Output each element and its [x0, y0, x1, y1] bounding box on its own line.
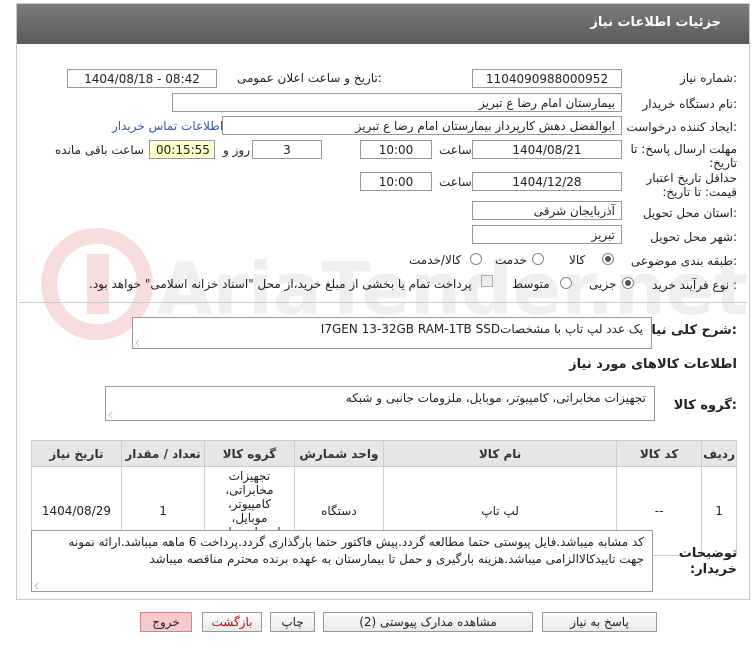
treasury-payment-checkbox[interactable]: [481, 275, 493, 287]
treasury-payment-note: پرداخت تمام یا بخشی از مبلغ خرید،از محل …: [89, 277, 472, 291]
remaining-label: ساعت باقی مانده: [55, 143, 145, 157]
province-label: استان محل تحویل:: [642, 206, 737, 220]
category-goods-service-label: کالا/خدمت: [409, 253, 462, 267]
need-number-label: شماره نیاز:: [679, 71, 737, 85]
process-radio-minor[interactable]: [622, 277, 634, 289]
section-divider: [19, 302, 747, 303]
process-medium-label: متوسط: [512, 277, 550, 291]
city-field: تبریز: [472, 225, 622, 244]
category-radio-service[interactable]: [532, 253, 544, 265]
category-goods-label: کالا: [569, 253, 586, 267]
category-service-label: خدمت: [495, 253, 527, 267]
buyer-contact-link[interactable]: اطلاعات تماس خریدار: [112, 119, 223, 133]
goods-group-text: تجهیزات مخابراتی، کامپیوتر، موبایل، ملزو…: [345, 391, 646, 405]
announce-datetime-field: 1404/08/18 - 08:42: [67, 69, 217, 88]
validity-date-field: 1404/12/28: [472, 172, 622, 191]
print-button[interactable]: چاپ: [270, 612, 315, 632]
buyer-org-label: نام دستگاه خریدار:: [642, 97, 738, 111]
resize-grip-icon[interactable]: [135, 339, 143, 347]
buyer-notes-label: توضیحات خریدار:: [678, 546, 737, 577]
category-radio-goods[interactable]: [602, 253, 614, 265]
need-number-field: 1104090988000952: [472, 69, 622, 88]
day-and-label: روز و: [223, 143, 250, 157]
page-title: جزئیات اطلاعات نیاز: [590, 15, 721, 30]
process-minor-label: جزیی: [589, 277, 617, 291]
validity-time-field: 10:00: [360, 172, 432, 191]
goods-group-label: گروه کالا:: [673, 398, 737, 413]
col-header-quantity: تعداد / مقدار: [120, 440, 206, 467]
category-radio-goods-service[interactable]: [470, 253, 482, 265]
city-label: شهر محل تحویل:: [650, 230, 737, 244]
col-header-need-date: تاریخ نیاز: [31, 440, 122, 467]
goods-group-textarea[interactable]: تجهیزات مخابراتی، کامپیوتر، موبایل، ملزو…: [105, 386, 655, 421]
announce-datetime-label: تاریخ و ساعت اعلان عمومی:: [237, 71, 382, 85]
col-header-goods-code: کد کالا: [616, 440, 703, 467]
buyer-notes-textarea[interactable]: کد مشابه میباشد.فایل پیوستی حتما مطالعه …: [31, 530, 653, 592]
province-field: آذربایجان شرقی: [472, 201, 622, 220]
view-attachments-button[interactable]: مشاهده مدارک پیوستی (2): [323, 612, 533, 632]
goods-info-heading: اطلاعات کالاهای مورد نیاز: [569, 357, 737, 372]
exit-button[interactable]: خروج: [140, 612, 192, 632]
reply-date-field: 1404/08/21: [472, 140, 622, 159]
general-desc-text: یک عدد لپ تاپ با مشخصاتI7GEN 13-32GB RAM…: [320, 322, 643, 336]
resize-grip-icon[interactable]: [34, 582, 42, 590]
back-button[interactable]: بازگشت: [202, 612, 262, 632]
goods-table-header-row: ردیف کد کالا نام کالا واحد شمارش گروه کا…: [31, 440, 737, 467]
cell-row-number: 1: [701, 466, 737, 556]
col-header-goods-group: گروه کالا: [204, 440, 295, 467]
col-header-row-number: ردیف: [701, 440, 737, 467]
reply-time-label: ساعت: [439, 143, 472, 157]
buyer-notes-text: کد مشابه میباشد.فایل پیوستی حتما مطالعه …: [68, 535, 645, 566]
col-header-unit: واحد شمارش: [293, 440, 385, 467]
requester-field: ابوالفضل دهش کارپرداز بیمارستان امام رضا…: [222, 116, 622, 135]
process-type-label: نوع فرآیند خرید :: [652, 278, 737, 292]
remaining-time-timer: 00:15:55: [149, 140, 215, 159]
col-header-goods-name: نام کالا: [383, 440, 618, 467]
reply-time-field: 10:00: [360, 140, 432, 159]
days-remaining-field: 3: [252, 140, 322, 159]
process-radio-medium[interactable]: [560, 277, 572, 289]
need-details-panel: جزئیات اطلاعات نیاز AriaTender.net شماره…: [16, 3, 750, 600]
reply-deadline-label: مهلت ارسال پاسخ: تا تاریخ:: [630, 142, 737, 170]
validity-time-label: ساعت: [439, 175, 472, 189]
category-label: طبقه بندی موضوعی:: [630, 254, 737, 268]
resize-grip-icon[interactable]: [108, 411, 116, 419]
buyer-org-field: بیمارستان امام رضا ع تبریز: [172, 93, 622, 112]
panel-titlebar: جزئیات اطلاعات نیاز: [17, 4, 749, 44]
requester-label: ایجاد کننده درخواست:: [626, 120, 737, 134]
general-desc-label: شرح کلی نیاز:: [643, 323, 737, 338]
price-validity-label: حداقل تاریخ اعتبار قیمت: تا تاریخ:: [646, 171, 737, 199]
reply-to-need-button[interactable]: پاسخ به نیاز: [542, 612, 657, 632]
general-desc-textarea[interactable]: یک عدد لپ تاپ با مشخصاتI7GEN 13-32GB RAM…: [132, 317, 652, 349]
